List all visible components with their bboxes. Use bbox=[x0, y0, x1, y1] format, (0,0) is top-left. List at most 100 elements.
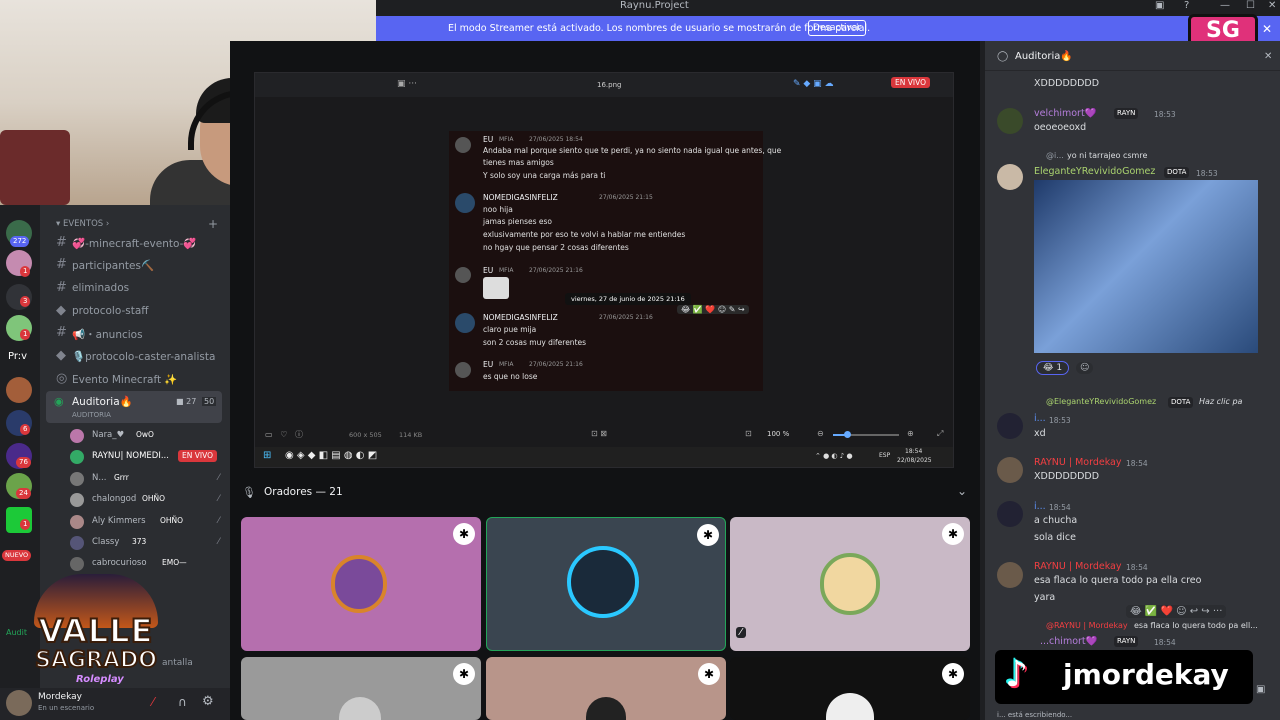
tray-icons[interactable]: ⌃ ● ◐ ♪ ● bbox=[815, 452, 853, 460]
reply-preview[interactable]: esa flaca lo quera todo pa ell... bbox=[1134, 621, 1258, 630]
channel-item[interactable]: ◎ Evento Minecraft ✨ bbox=[54, 371, 226, 391]
channel-item[interactable]: # 💞-minecraft-evento-💞 bbox=[54, 235, 226, 255]
chat-bubble-icon: ◯ bbox=[997, 51, 1009, 62]
close-chat-icon[interactable]: ✕ bbox=[1264, 51, 1272, 62]
voice-channel-active[interactable]: ◉ Auditoria🔥 AUDITORIA ■ 27 50 bbox=[46, 391, 222, 423]
screen-share[interactable]: ▣ ··· 16.png ✎ ◆ ▣ ☁ EN VIVO EU MFIA 27/… bbox=[254, 72, 954, 468]
viewer-file-name: 16.png bbox=[597, 81, 622, 89]
chat-message-text: yara bbox=[1034, 592, 1056, 603]
expand-icon[interactable]: ⤢ bbox=[937, 429, 943, 439]
message-author[interactable]: i... bbox=[1034, 413, 1046, 424]
user-tag: OHÑO bbox=[160, 516, 184, 525]
reply-preview[interactable]: Haz clic pa bbox=[1199, 397, 1242, 406]
message-actions-bar[interactable]: 😂 ✅ ❤️ ☺ ↩ ↪ ··· bbox=[1126, 605, 1227, 618]
message-image[interactable] bbox=[1034, 180, 1258, 353]
shared-image: EU MFIA 27/06/2025 18:54 Andaba mal porq… bbox=[449, 131, 781, 391]
server-icon[interactable] bbox=[6, 377, 32, 403]
reaction-bar: 😂 ✅ ❤️ ☺ ✎ ↪ bbox=[677, 305, 749, 314]
chat-panel: ◯ Auditoria🔥 ✕ bbox=[985, 41, 1280, 720]
tile-settings-icon[interactable]: ✱ bbox=[453, 523, 475, 545]
speaker-tile[interactable]: ✱ ⁄ bbox=[730, 517, 970, 651]
user-panel: Mordekay En un escenario ⁄ ∩ ⚙ bbox=[0, 688, 230, 720]
windows-start-icon[interactable]: ⊞ bbox=[263, 450, 271, 461]
message-time: 18:53 bbox=[1049, 416, 1071, 425]
server-letter[interactable]: Pr:v bbox=[8, 351, 27, 362]
inbox-icon[interactable]: ▣ bbox=[1155, 0, 1164, 11]
zoom-slider-handle[interactable] bbox=[844, 431, 851, 438]
viewer-menu-icon[interactable]: ▣ ··· bbox=[397, 79, 417, 89]
maximize-icon[interactable]: ☐ bbox=[1246, 0, 1255, 11]
tile-settings-icon[interactable]: ✱ bbox=[942, 663, 964, 685]
viewer-toolbar: ▣ ··· 16.png ✎ ◆ ▣ ☁ EN VIVO bbox=[255, 73, 953, 97]
close-banner-icon[interactable]: ✕ bbox=[1262, 22, 1272, 36]
message-author[interactable]: velchimort💜 bbox=[1034, 108, 1097, 119]
message-author[interactable]: RAYNU | Mordekay bbox=[1034, 561, 1121, 572]
tile-settings-icon[interactable]: ✱ bbox=[698, 663, 720, 685]
minimize-icon[interactable]: — bbox=[1220, 0, 1230, 11]
channel-item[interactable]: # 📢・anuncios bbox=[54, 325, 226, 345]
chat-message-text: xd bbox=[1034, 428, 1046, 439]
zoom-out-icon[interactable]: ⊖ bbox=[817, 429, 824, 438]
channel-item[interactable]: # eliminados bbox=[54, 280, 226, 300]
user-name: Mordekay bbox=[38, 692, 82, 702]
avatar[interactable] bbox=[997, 501, 1023, 527]
reply-user[interactable]: @RAYNU | Mordekay bbox=[1046, 621, 1128, 630]
mute-icon: ⁄ bbox=[218, 494, 220, 504]
fit-icon[interactable]: ⊡ bbox=[745, 429, 752, 438]
channel-item[interactable]: # participantes⛏️ bbox=[54, 257, 226, 277]
speaker-tile[interactable]: ✱ bbox=[241, 657, 481, 720]
avatar[interactable] bbox=[997, 164, 1023, 190]
message-author[interactable]: EleganteYRevividoGomez bbox=[1034, 166, 1155, 177]
category-events[interactable]: ▾ EVENTOS › bbox=[56, 219, 109, 229]
settings-gear-icon[interactable]: ⚙ bbox=[202, 694, 214, 709]
megaphone-icon: ◆ bbox=[56, 303, 66, 318]
speaker-tile[interactable]: ✱ bbox=[486, 517, 726, 651]
reply-user[interactable]: @i... bbox=[1046, 151, 1064, 160]
message-author[interactable]: i... bbox=[1034, 501, 1046, 512]
deactivate-button[interactable]: Desactivar bbox=[808, 20, 866, 36]
camera-count: ■ 27 bbox=[176, 397, 197, 406]
collapse-chevron-icon[interactable]: ⌄ bbox=[957, 484, 967, 498]
mic-muted-icon[interactable]: ⁄ bbox=[152, 695, 154, 709]
avatar[interactable] bbox=[997, 562, 1023, 588]
avatar[interactable] bbox=[997, 457, 1023, 483]
mute-icon: ⁄ bbox=[218, 473, 220, 483]
speaker-tile[interactable]: ✱ bbox=[730, 657, 970, 720]
hash-icon: # bbox=[56, 257, 67, 272]
avatar bbox=[455, 137, 471, 153]
viewer-tools-icons[interactable]: ✎ ◆ ▣ ☁ bbox=[793, 79, 834, 89]
tile-settings-icon[interactable]: ✱ bbox=[697, 524, 719, 546]
webcam-cushion bbox=[0, 130, 70, 205]
channel-item[interactable]: ◆ protocolo-staff bbox=[54, 303, 226, 323]
tile-settings-icon[interactable]: ✱ bbox=[942, 523, 964, 545]
speaker-tile[interactable]: ✱ bbox=[486, 657, 726, 720]
reply-preview[interactable]: yo ni tarrajeo csmre bbox=[1067, 151, 1147, 160]
close-icon[interactable]: ✕ bbox=[1268, 0, 1276, 11]
speaker-tile[interactable]: ✱ bbox=[241, 517, 481, 651]
server-badge: 6 bbox=[20, 424, 31, 435]
avatar[interactable] bbox=[997, 108, 1023, 134]
channel-item[interactable]: ◆ 🎙️protocolo-caster-analista bbox=[54, 348, 226, 368]
zoom-slider[interactable] bbox=[833, 431, 899, 438]
add-reaction-icon[interactable]: ☺ bbox=[1076, 362, 1094, 374]
user-tag: OwO bbox=[136, 430, 154, 439]
message-author[interactable]: RAYNU | Mordekay bbox=[1034, 457, 1121, 468]
viewer-actions-icon[interactable]: ▭ ♡ ⓘ bbox=[265, 429, 303, 440]
help-icon[interactable]: ? bbox=[1184, 0, 1189, 11]
viewer-crop-icon[interactable]: ⊡ ⊠ bbox=[591, 429, 607, 438]
avatar bbox=[455, 267, 471, 283]
add-channel-icon[interactable]: + bbox=[208, 217, 218, 231]
gift-icon[interactable]: ▣ bbox=[1256, 684, 1265, 695]
user-avatar[interactable] bbox=[6, 690, 32, 716]
tile-settings-icon[interactable]: ✱ bbox=[453, 663, 475, 685]
zoom-in-icon[interactable]: ⊕ bbox=[907, 429, 914, 438]
taskbar-apps[interactable]: ◉ ◈ ◆ ◧ ▤ ◍ ◐ ◩ bbox=[285, 450, 377, 461]
reaction-pill[interactable]: 😂 1 bbox=[1036, 361, 1070, 375]
speaker-avatar bbox=[339, 697, 381, 720]
avatar[interactable] bbox=[997, 413, 1023, 439]
speaker-avatar bbox=[331, 555, 387, 613]
headphones-icon[interactable]: ∩ bbox=[178, 695, 187, 709]
message-author[interactable]: ...chimort💜 bbox=[1040, 636, 1097, 647]
tiktok-handle: jmordekay bbox=[1063, 658, 1229, 691]
reply-user[interactable]: @EleganteYRevividoGomez bbox=[1046, 397, 1156, 406]
